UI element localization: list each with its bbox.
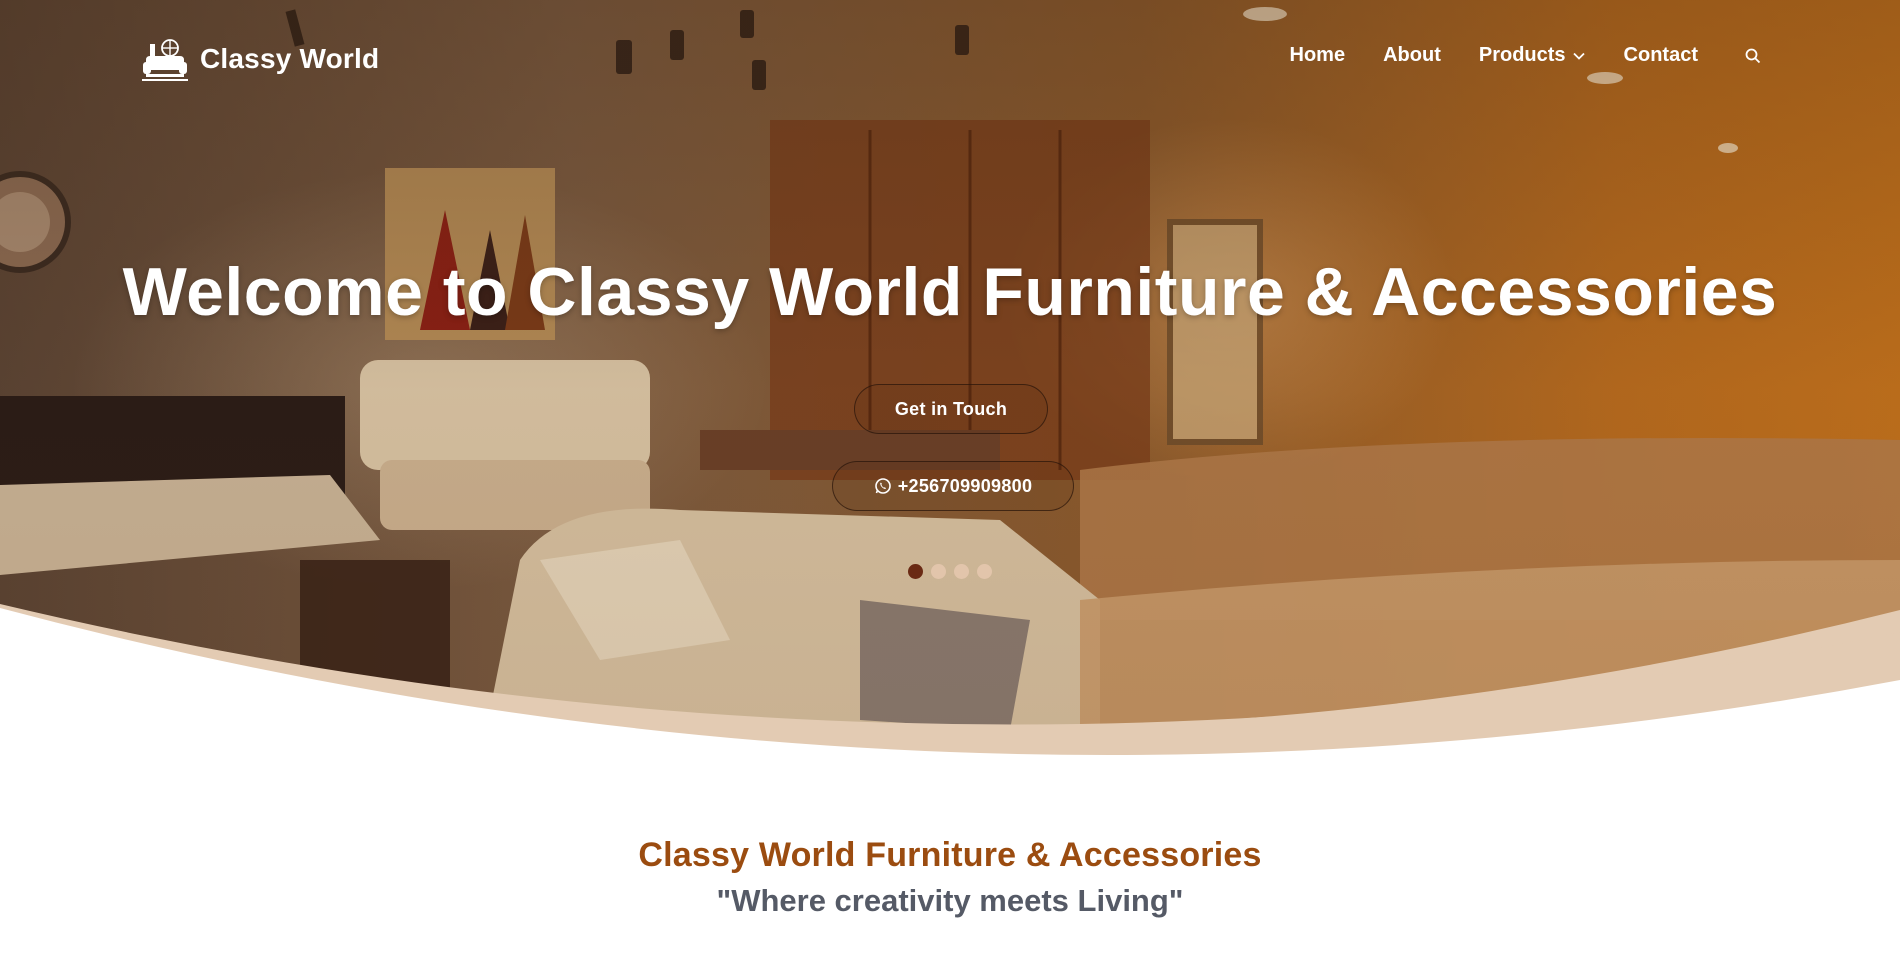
whatsapp-phone-button[interactable]: +256709909800 — [832, 461, 1074, 511]
phone-number: +256709909800 — [897, 475, 1033, 496]
intro-section: Classy World Furniture & Accessories "Wh… — [0, 836, 1900, 919]
nav-products-label: Products — [1478, 44, 1566, 66]
brand-logo[interactable]: Classy World — [140, 34, 379, 84]
search-icon[interactable] — [1744, 47, 1762, 65]
intro-title: Classy World Furniture & Accessories — [638, 836, 1262, 874]
carousel-dot-4[interactable] — [977, 564, 992, 579]
carousel-dot-2[interactable] — [931, 564, 946, 579]
nav-about[interactable]: About — [1383, 44, 1441, 67]
nav-home[interactable]: Home — [1290, 44, 1346, 67]
site-header: Classy World Home About Products Contact — [0, 0, 1900, 118]
carousel-dot-3[interactable] — [954, 564, 969, 579]
brand-name: Classy World — [200, 43, 380, 74]
carousel-indicators — [908, 564, 992, 579]
hero-curve-divider — [0, 604, 1900, 780]
get-in-touch-button[interactable]: Get in Touch — [854, 384, 1048, 434]
chevron-down-icon — [1572, 52, 1585, 60]
whatsapp-icon — [874, 478, 891, 494]
nav-contact[interactable]: Contact — [1624, 44, 1698, 67]
get-in-touch-label: Get in Touch — [894, 398, 1008, 419]
main-nav: Home About Products Contact — [1290, 44, 1762, 67]
carousel-dot-1[interactable] — [908, 564, 923, 579]
logo-armchair-icon — [142, 39, 188, 81]
hero-title: Welcome to Classy World Furniture & Acce… — [122, 254, 1778, 330]
nav-products[interactable]: Products — [1479, 44, 1586, 67]
intro-tagline: "Where creativity meets Living" — [716, 883, 1184, 918]
